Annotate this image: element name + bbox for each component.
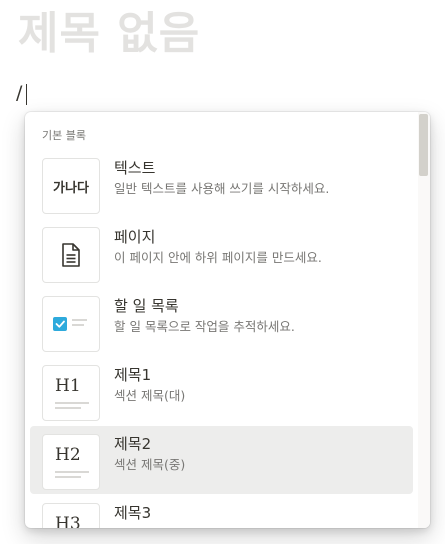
heading3-icon-label: H3 [55, 514, 81, 528]
menu-item-page[interactable]: 페이지 이 페이지 안에 하위 페이지를 만드세요. [30, 219, 413, 287]
menu-item-heading1[interactable]: H1 제목1 섹션 제목(대) [30, 357, 413, 425]
menu-scrollbar[interactable] [418, 112, 430, 528]
menu-item-text[interactable]: 가나다 텍스트 일반 텍스트를 사용해 쓰기를 시작하세요. [30, 150, 413, 218]
menu-scrollbar-thumb[interactable] [419, 114, 428, 176]
menu-item-title: 제목2 [114, 435, 152, 453]
menu-item-description: 할 일 목록으로 작업을 추적하세요. [114, 319, 295, 334]
menu-item-title: 제목3 [114, 504, 152, 522]
menu-item-description: 이 페이지 안에 하위 페이지를 만드세요. [114, 250, 322, 265]
heading1-icon: H1 [42, 365, 100, 421]
page-title[interactable]: 제목 없음 [18, 2, 200, 66]
menu-item-title: 할 일 목록 [114, 297, 179, 315]
heading3-icon: H3 [42, 503, 100, 528]
checkbox-icon [42, 296, 100, 352]
menu-item-title: 텍스트 [114, 159, 156, 177]
menu-item-title: 페이지 [114, 228, 156, 246]
heading2-icon-label: H2 [55, 445, 81, 465]
menu-item-todo-list[interactable]: 할 일 목록 할 일 목록으로 작업을 추적하세요. [30, 288, 413, 356]
heading1-icon-lines [55, 402, 89, 412]
menu-item-description: 섹션 제목(중) [114, 457, 186, 472]
slash-command-input[interactable]: / [16, 80, 22, 106]
menu-item-heading3[interactable]: H3 제목3 [30, 495, 413, 528]
heading2-icon-lines [55, 471, 89, 481]
menu-item-description: 섹션 제목(대) [114, 388, 186, 403]
page-icon [42, 227, 100, 283]
text-icon-label: 가나다 [53, 180, 89, 196]
heading1-icon-label: H1 [55, 376, 81, 396]
section-label-basic-blocks: 기본 블록 [42, 129, 86, 142]
menu-item-description: 일반 텍스트를 사용해 쓰기를 시작하세요. [114, 181, 330, 196]
heading2-icon: H2 [42, 434, 100, 490]
text-cursor [26, 84, 27, 105]
menu-item-title: 제목1 [114, 366, 152, 384]
menu-item-heading2[interactable]: H2 제목2 섹션 제목(중) [30, 426, 413, 494]
text-icon: 가나다 [42, 158, 100, 214]
slash-command-menu[interactable]: 기본 블록 가나다 텍스트 일반 텍스트를 사용해 쓰기를 시작하세요. 페이지 [25, 112, 430, 528]
